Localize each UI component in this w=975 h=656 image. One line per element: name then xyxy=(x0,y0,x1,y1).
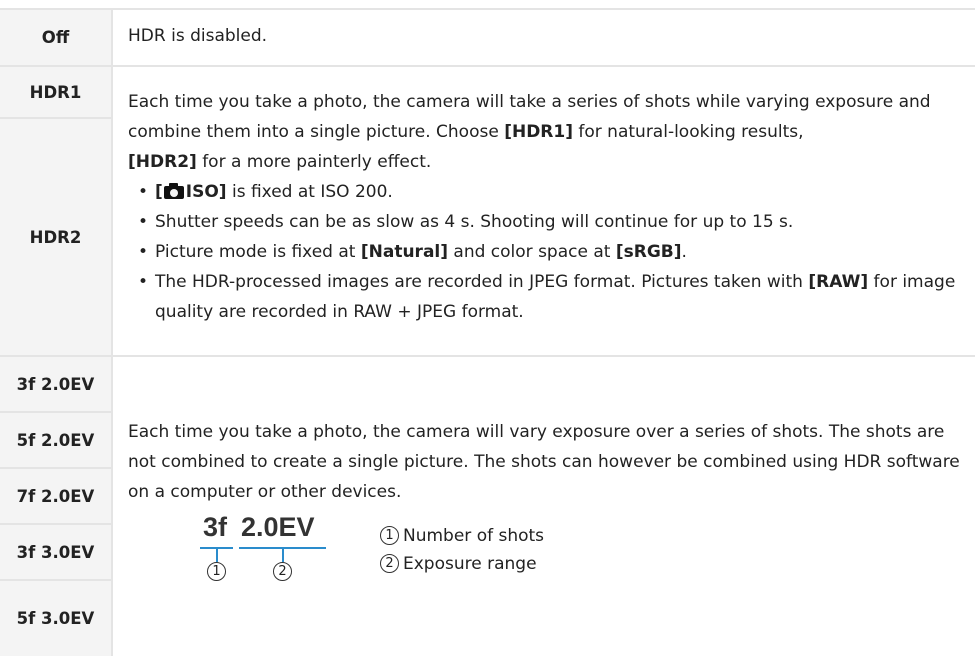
list-text: Shutter speeds can be as slow as 4 s. Sh… xyxy=(155,212,794,232)
hdr2-ref: [HDR2] xyxy=(128,152,197,172)
shots-code: 3f xyxy=(203,512,228,542)
list-text: is fixed at ISO 200. xyxy=(226,182,393,202)
row-divider xyxy=(0,65,975,67)
list-item: [ ISO] is fixed at ISO 200. xyxy=(138,177,969,207)
list-text: The HDR-processed images are recorded in… xyxy=(155,272,809,292)
legend-marker-1: 1 xyxy=(380,526,399,545)
row-label-text: Off xyxy=(41,28,70,47)
row-label-text: 5f 2.0EV xyxy=(16,430,95,450)
iso-ref: ISO] xyxy=(185,182,227,202)
desc-text: for a more painterly effect. xyxy=(196,152,432,172)
hdr-notes-list: [ ISO] is fixed at ISO 200. Shutter speed… xyxy=(138,177,969,327)
row-label-bracket: 5f 3.0EV xyxy=(0,581,113,656)
camera-icon xyxy=(163,183,184,199)
row-desc-bracket: Each time you take a photo, the camera w… xyxy=(128,422,960,502)
row-label-text: 3f 2.0EV xyxy=(16,374,95,394)
marker-2: 2 xyxy=(273,562,292,581)
legend-text: Number of shots xyxy=(403,526,545,546)
list-text: . xyxy=(681,242,687,262)
hdr1-ref: [HDR1] xyxy=(504,122,573,142)
bracket-open: [ xyxy=(155,182,163,202)
raw-ref: [RAW] xyxy=(808,272,869,292)
row-desc-off: HDR is disabled. xyxy=(128,26,268,46)
row-label-off: Off xyxy=(0,10,113,65)
desc-text: for natural-looking results, xyxy=(573,122,804,142)
natural-ref: [Natural] xyxy=(360,242,449,262)
hdr-settings-table: Off HDR is disabled. HDR1 HDR2 Each time… xyxy=(0,0,975,656)
shots-leader xyxy=(216,548,218,562)
list-item: Picture mode is fixed at [Natural] and c… xyxy=(138,237,969,267)
row-divider xyxy=(0,355,975,357)
row-label-text: 5f 3.0EV xyxy=(16,609,95,628)
row-label-bracket: 3f 3.0EV xyxy=(0,525,113,579)
list-item: The HDR-processed images are recorded in… xyxy=(138,267,969,327)
marker-1: 1 xyxy=(207,562,226,581)
row-desc-hdr: Each time you take a photo, the camera w… xyxy=(128,87,969,327)
bracket-diagram: 3f 2.0EV 1 2 1 Number of shots 2 Exposure … xyxy=(200,510,640,600)
row-label-bracket: 5f 2.0EV xyxy=(0,413,113,467)
row-label-text: 7f 2.0EV xyxy=(16,486,95,506)
legend-marker-2: 2 xyxy=(380,554,399,573)
list-text: and color space at xyxy=(448,242,616,262)
diagram-legend: 1 Number of shots 2 Exposure range xyxy=(380,522,544,578)
row-label-text: HDR2 xyxy=(29,227,82,247)
table-top-border xyxy=(0,8,975,10)
legend-item: 1 Number of shots xyxy=(380,522,544,550)
row-label-bracket: 7f 2.0EV xyxy=(0,469,113,523)
legend-text: Exposure range xyxy=(403,554,537,574)
range-leader xyxy=(282,548,284,562)
list-item: Shutter speeds can be as slow as 4 s. Sh… xyxy=(138,207,969,237)
legend-item: 2 Exposure range xyxy=(380,550,544,578)
row-label-hdr1: HDR1 xyxy=(0,67,113,117)
range-code: 2.0EV xyxy=(241,512,315,542)
row-label-bracket: 3f 2.0EV xyxy=(0,357,113,411)
row-label-text: 3f 3.0EV xyxy=(16,542,95,562)
row-label-hdr2: HDR2 xyxy=(0,119,113,355)
list-text: Picture mode is fixed at xyxy=(155,242,361,262)
srgb-ref: [sRGB] xyxy=(615,242,682,262)
row-label-text: HDR1 xyxy=(29,82,82,102)
